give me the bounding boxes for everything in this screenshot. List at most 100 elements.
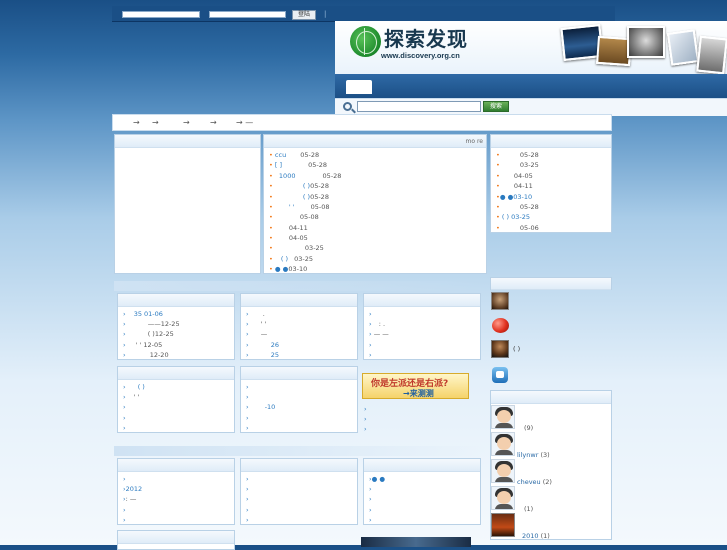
list-item[interactable]: : . [379,320,385,328]
panel-header [241,294,357,307]
photo-thumbnail [696,35,727,75]
panel-header [115,135,260,148]
right-list-item[interactable]: 04-05 [514,172,533,180]
user-name[interactable]: cheveu [517,478,541,486]
sidebar-header [490,277,612,290]
breadcrumb-arrow[interactable]: → — [236,118,253,127]
user-avatar[interactable] [491,486,515,510]
login-button[interactable]: 登陆 [292,10,316,20]
list-item[interactable]: 25 [271,351,279,359]
list-panel: › › : . › — — › › [363,293,481,360]
breadcrumb-arrow[interactable]: → [133,118,140,127]
news-item[interactable]: [ ] [275,161,282,169]
news-date: 05-28 [308,161,328,169]
password-input[interactable] [209,11,286,18]
sidebar-photo-icon[interactable] [491,292,509,310]
right-list-item[interactable]: 03-25 [520,161,539,169]
panel-header [118,459,234,472]
right-list-item[interactable]: 05-28 [520,151,539,159]
user-entry[interactable]: cheveu (2) [517,478,552,486]
list-item[interactable]: : — [126,495,137,503]
photo-thumbnail [666,29,700,66]
nav-tab[interactable] [346,80,372,94]
panel-header [241,367,357,380]
breadcrumb: → → → → → — [112,114,612,131]
user-entry[interactable]: lilynwr (3) [517,451,550,459]
list-item[interactable]: 12-20 [150,351,169,359]
top-login-bar: 登陆 | [112,6,615,22]
user-name[interactable]: lilynwr [517,451,538,459]
quiz-banner[interactable]: 你是左派还是右派? →来测测 [362,373,469,399]
news-item[interactable]: ccu [275,151,286,159]
news-item[interactable]: ( ) [281,255,288,263]
news-item[interactable]: ' ' [289,203,295,211]
right-list-item[interactable]: 05-28 [520,203,539,211]
site-logo-text[interactable]: 探索发现 [384,23,468,52]
list-item[interactable]: ( ) [138,383,145,391]
site-url: www.discovery.org.cn [381,51,460,60]
list-item[interactable]: 35 01-06 [134,310,163,318]
apple-icon[interactable] [492,318,509,333]
list-item[interactable]: 26 [271,341,279,349]
breadcrumb-arrow[interactable]: → [183,118,190,127]
sidebar-link[interactable]: ( ) [513,345,520,353]
user-entry[interactable]: (1) [524,505,533,513]
news-item[interactable]: 1000 [279,172,296,180]
panel-header [118,531,234,544]
news-date: 05-28 [300,151,320,159]
news-item[interactable]: ● ● [275,265,288,273]
breadcrumb-arrow[interactable]: → [210,118,217,127]
list-item[interactable]: ' ' [134,393,140,401]
list-item[interactable]: — [261,330,268,338]
more-link[interactable]: mo re [466,138,483,145]
person-photo-icon[interactable] [491,340,509,358]
user-entry[interactable]: (9) [524,424,533,432]
header-nav-bar [335,74,727,98]
user-entry[interactable]: 2010 (1) [522,532,550,540]
list-item[interactable]: ● ● [372,475,385,483]
news-date: 04-11 [288,224,308,232]
list-item[interactable]: ( )12-25 [148,330,174,338]
user-count: (3) [540,451,550,459]
panel-header [364,459,480,472]
user-avatar[interactable] [491,405,515,429]
list-item[interactable]: ——12-25 [148,320,180,328]
panel-header: mo re [264,135,486,148]
panel-header [118,294,234,307]
right-list-item[interactable]: ( ) 03-25 [502,213,530,221]
right-list-item[interactable]: 04-11 [514,182,533,190]
username-input[interactable] [122,11,200,18]
search-button[interactable]: 搜索 [483,101,509,112]
list-item[interactable]: ' ' 12-05 [136,341,163,349]
user-avatar[interactable] [491,459,515,483]
right-list-item[interactable]: ● ●03-10 [500,193,532,201]
list-item[interactable]: — — [374,330,389,338]
user-name[interactable]: 2010 [522,532,539,540]
news-date: 03-10 [288,265,308,273]
news-date: 05-28 [322,172,342,180]
list-item[interactable]: 2012 [126,485,143,493]
search-icon [343,102,352,111]
promo-image[interactable] [361,537,471,547]
breadcrumb-arrow[interactable]: → [152,118,159,127]
user-avatar[interactable] [491,513,515,537]
search-input[interactable] [357,101,481,112]
news-item[interactable]: ( ) [303,193,310,201]
tv-icon[interactable] [492,367,508,383]
list-panel: › › › -10 › › [240,366,358,433]
list-item[interactable]: . [263,310,265,318]
list-item[interactable]: -10 [265,403,276,411]
panel-header [241,459,357,472]
news-panel: mo re • ccu 05-28 • [ ] 05-28 • 1000 05-… [263,134,487,274]
right-list-panel: • 05-28 • 03-25 • 04-05 • 04-11 •● ●03-1… [490,134,612,233]
news-date: 05-08 [310,203,330,211]
user-count: (9) [524,424,534,432]
news-date: 05-28 [310,182,329,190]
user-avatar[interactable] [491,432,515,456]
list-item[interactable]: ' ' [261,320,267,328]
news-item[interactable]: ( ) [303,182,310,190]
list-panel: › ( ) › ' ' › › › [117,366,235,433]
news-date: 03-25 [304,244,324,252]
right-list-item[interactable]: 05-06 [520,224,539,232]
panel-header [491,278,611,290]
